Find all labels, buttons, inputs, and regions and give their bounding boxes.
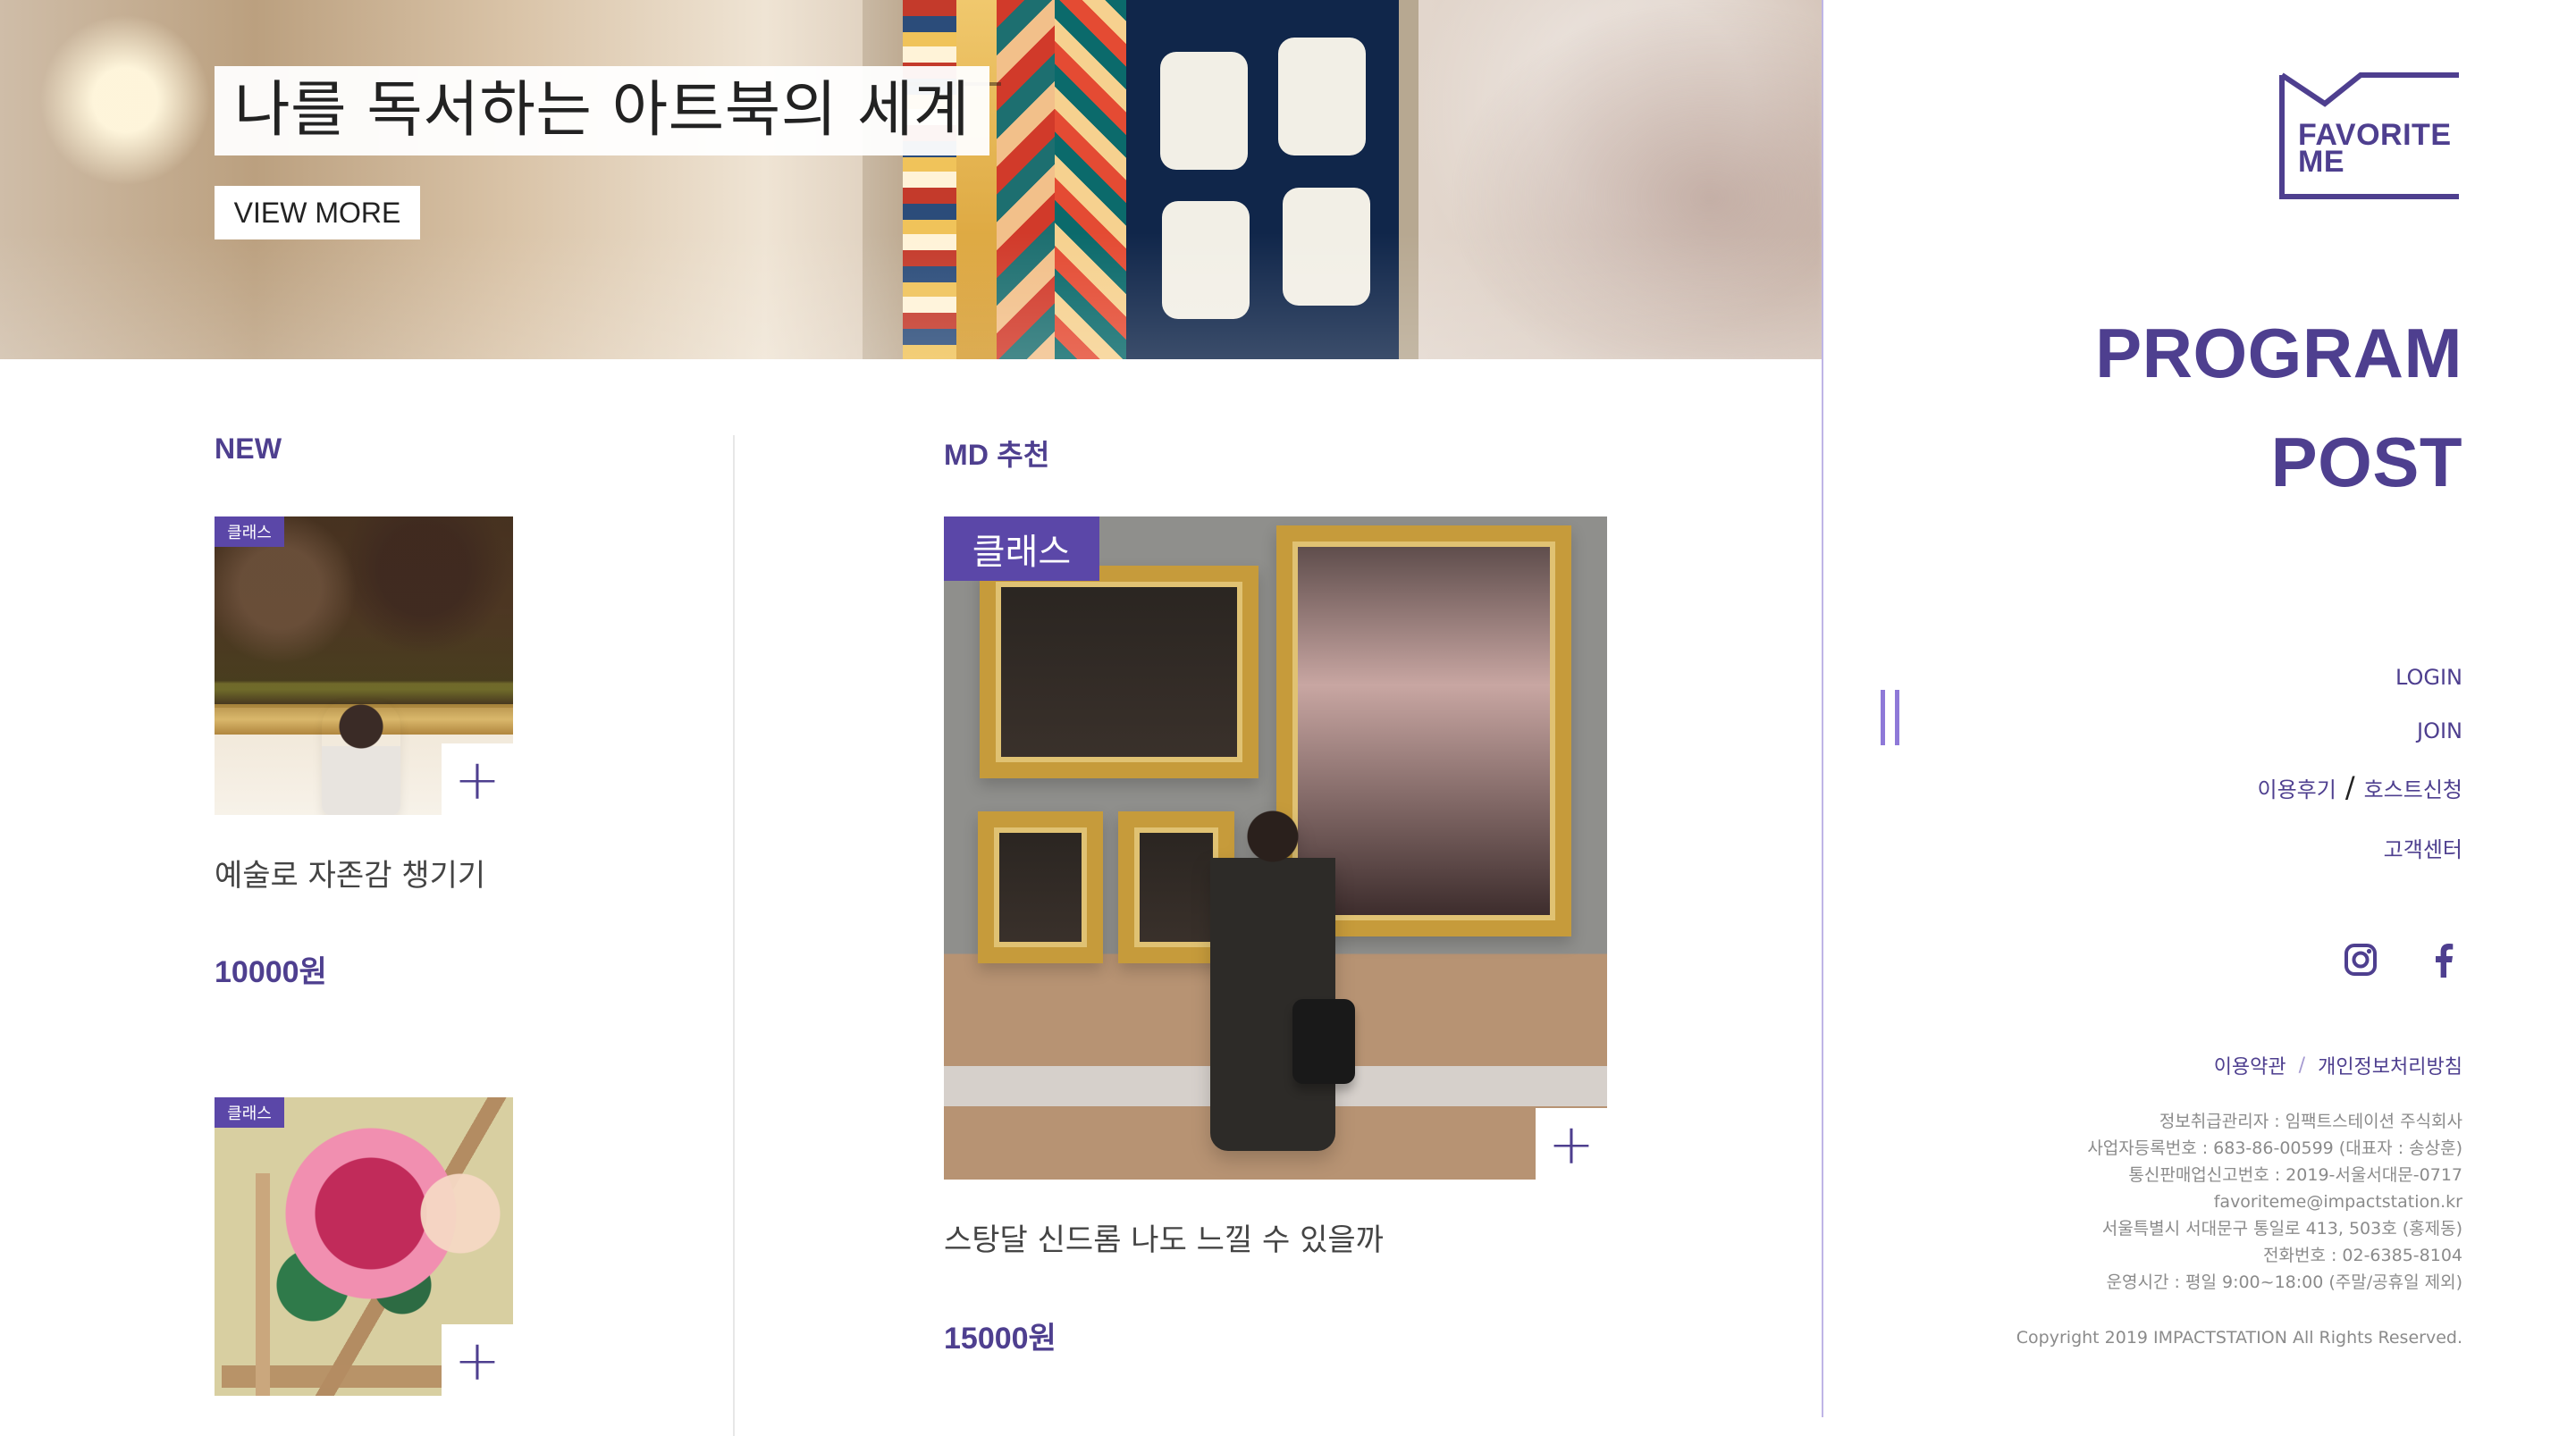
product-thumbnail[interactable]: 클래스 +	[215, 1097, 513, 1396]
company-info-line: 사업자등록번호 : 683-86-00599 (대표자 : 송상훈)	[2087, 1138, 2462, 1158]
nav-program[interactable]: PROGRAM	[2095, 313, 2462, 394]
terms-link[interactable]: 이용약관	[2214, 1051, 2286, 1079]
plus-icon[interactable]: +	[1536, 1108, 1607, 1180]
copyright: Copyright 2019 IMPACTSTATION All Rights …	[2016, 1328, 2462, 1348]
new-section-title: NEW	[215, 432, 282, 465]
customer-center-link[interactable]: 고객센터	[2257, 832, 2462, 863]
hero-cover-cutout	[1278, 38, 1366, 155]
product-name[interactable]: 예술로 자존감 챙기기	[215, 851, 485, 894]
social-links	[2341, 940, 2462, 979]
company-info: 정보취급관리자 : 임팩트스테이션 주식회사 사업자등록번호 : 683-86-…	[1962, 1108, 2462, 1296]
company-info-line: 통신판매업신고번호 : 2019-서울서대문-0717	[2128, 1165, 2462, 1185]
company-info-line: 서울특별시 서대문구 통일로 413, 503호 (홍제동)	[2101, 1219, 2462, 1239]
gallery-frame	[980, 566, 1259, 778]
plus-icon[interactable]: +	[442, 743, 513, 815]
gallery-frame	[978, 811, 1103, 963]
category-badge: 클래스	[215, 1097, 284, 1128]
view-more-button[interactable]: VIEW MORE	[215, 186, 420, 239]
hero-book-spine	[997, 0, 1055, 359]
visitor-figure	[1210, 802, 1335, 1151]
company-info-line: 전화번호 : 02-6385-8104	[2263, 1246, 2462, 1265]
company-info-line: 운영시간 : 평일 9:00~18:00 (주말/공휴일 제외)	[2106, 1272, 2462, 1292]
viewer-figure	[322, 700, 400, 815]
sidebar-divider	[1822, 0, 1823, 1417]
hero-book-cover	[1126, 0, 1399, 359]
logo-text: FAVORITE ME	[2298, 120, 2452, 179]
bar	[1895, 690, 1899, 745]
product-image	[944, 516, 1607, 1180]
product-thumbnail[interactable]: 클래스 +	[215, 516, 513, 815]
column-divider	[733, 435, 735, 1436]
facebook-glyph	[2436, 944, 2454, 978]
md-recommendation-card[interactable]: 클래스 + 스탕달 신드롬 나도 느낄 수 있을까 15000원	[944, 516, 1607, 1392]
new-product-card[interactable]: 클래스 +	[215, 1097, 513, 1396]
review-link[interactable]: 이용후기	[2257, 772, 2336, 803]
artist-hand	[407, 1164, 513, 1289]
product-price: 10000원	[215, 955, 327, 989]
join-link[interactable]: JOIN	[2257, 718, 2462, 743]
privacy-policy-link[interactable]: 개인정보처리방침	[2318, 1051, 2462, 1079]
hero-banner: 나를 독서하는 아트북의 세계 VIEW MORE	[0, 0, 1822, 359]
hero-cover-cutout	[1160, 52, 1248, 170]
category-badge: 클래스	[215, 516, 284, 547]
hero-title: 나를 독서하는 아트북의 세계	[215, 66, 990, 155]
facebook-icon[interactable]	[2423, 940, 2462, 979]
login-link[interactable]: LOGIN	[2257, 665, 2462, 690]
hero-book-spine	[1399, 0, 1418, 359]
hero-cover-cutout	[1283, 188, 1370, 306]
account-links: LOGIN JOIN 이용후기 / 호스트신청 고객센터	[2257, 665, 2462, 892]
plus-icon[interactable]: +	[442, 1324, 513, 1396]
bar	[1881, 690, 1885, 745]
double-vertical-bars-icon[interactable]	[1881, 690, 1907, 745]
slash-separator: /	[2344, 770, 2355, 804]
review-host-row: 이용후기 / 호스트신청	[2257, 772, 2462, 803]
logo-text-line: ME	[2298, 145, 2344, 179]
host-apply-link[interactable]: 호스트신청	[2364, 772, 2462, 803]
instagram-glyph	[2344, 944, 2377, 976]
brand-logo[interactable]: FAVORITE ME	[2278, 71, 2462, 200]
instagram-icon[interactable]	[2341, 940, 2380, 979]
category-badge: 클래스	[944, 516, 1099, 581]
policy-separator: /	[2298, 1054, 2306, 1077]
md-section-title: MD 추천	[944, 439, 1050, 471]
nav-post[interactable]: POST	[2271, 422, 2462, 503]
hero-book-spine	[1055, 0, 1126, 359]
hero-cover-cutout	[1162, 201, 1250, 319]
hero-book-spine	[956, 0, 997, 359]
policy-links: 이용약관 / 개인정보처리방침	[2214, 1051, 2462, 1079]
product-name[interactable]: 스탕달 신드롬 나도 느낄 수 있을까	[944, 1215, 1384, 1259]
hero-book-spine	[903, 0, 956, 359]
company-info-line: 정보취급관리자 : 임팩트스테이션 주식회사	[2159, 1112, 2462, 1131]
product-thumbnail[interactable]: 클래스 +	[944, 516, 1607, 1180]
handbag	[1292, 999, 1355, 1084]
new-product-card[interactable]: 클래스 + 예술로 자존감 챙기기 10000원	[215, 516, 513, 1053]
company-info-line: favoriteme@impactstation.kr	[2213, 1192, 2462, 1212]
product-price: 15000원	[944, 1322, 1056, 1356]
